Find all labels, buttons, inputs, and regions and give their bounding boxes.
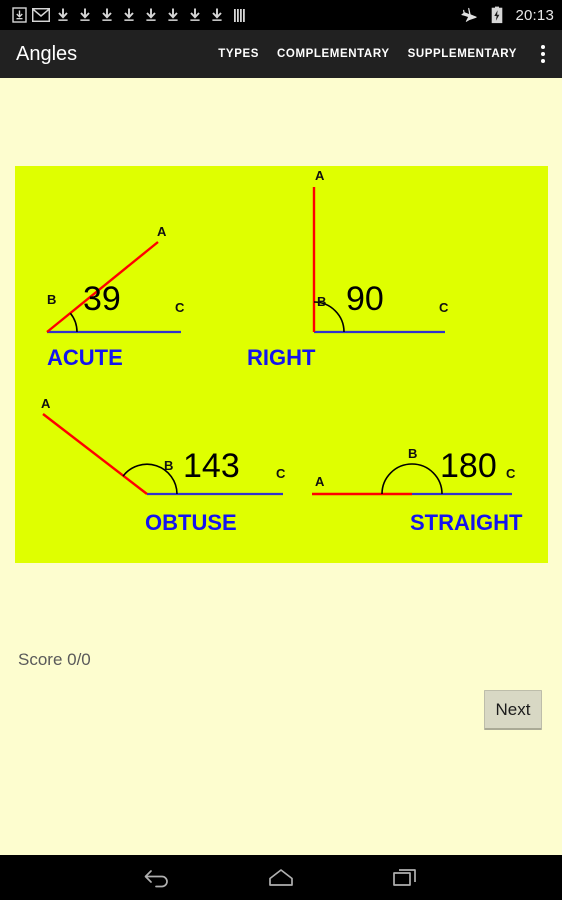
acute-label-c: C [175,300,185,315]
angle-figure-obtuse: A B C 143 OBTUSE [41,396,286,535]
angle-diagram-canvas: A B C 39 ACUTE A B C 90 RIGHT A B C 143 … [15,166,548,563]
recent-apps-icon[interactable] [382,855,428,900]
download-arrow-icon [184,4,206,26]
device-screen: 20:13 Angles TYPES COMPLEMENTARY SUPPLEM… [0,0,562,900]
straight-label-a: A [315,474,325,489]
airplane-mode-icon [458,4,480,26]
battery-charging-icon [486,4,508,26]
obtuse-label-c: C [276,466,286,481]
home-icon[interactable] [258,855,304,900]
angle-figure-straight: A B C 180 STRAIGHT [312,446,523,535]
download-arrow-icon [140,4,162,26]
main-content: A B C 39 ACUTE A B C 90 RIGHT A B C 143 … [0,78,562,855]
obtuse-label-b: B [164,458,173,473]
download-box-icon [8,4,30,26]
download-arrow-icon [52,4,74,26]
obtuse-degree-value: 143 [183,447,240,485]
download-arrow-icon [206,4,228,26]
download-arrow-icon [162,4,184,26]
obtuse-type-label: OBTUSE [145,510,237,535]
tab-types[interactable]: TYPES [209,48,268,60]
acute-angle-arc [69,312,78,333]
right-label-a: A [315,168,325,183]
action-bar: Angles TYPES COMPLEMENTARY SUPPLEMENTARY [0,30,562,78]
status-bar-clock: 20:13 [515,6,554,24]
download-arrow-icon [74,4,96,26]
acute-label-a: A [157,224,167,239]
straight-label-b: B [408,446,417,461]
back-arrow-icon[interactable] [134,855,180,900]
obtuse-label-a: A [41,396,51,411]
angle-figure-right: A B C 90 RIGHT [247,168,449,370]
gmail-icon [30,4,52,26]
status-bar-system-icons: 20:13 [458,4,554,26]
straight-degree-value: 180 [440,447,497,485]
status-bar-notification-icons [8,4,458,26]
system-navigation-bar [0,855,562,900]
acute-type-label: ACUTE [47,345,123,370]
overflow-menu-icon[interactable] [526,30,560,78]
next-button[interactable]: Next [484,690,542,730]
download-arrow-icon [96,4,118,26]
obtuse-red-ray [42,413,148,495]
page-title: Angles [16,42,78,65]
angle-figure-acute: A B C 39 ACUTE [46,224,185,370]
tab-supplementary[interactable]: SUPPLEMENTARY [399,48,526,60]
right-label-b: B [317,294,326,309]
equalizer-bars-icon [228,4,250,26]
right-degree-value: 90 [346,280,384,318]
straight-type-label: STRAIGHT [410,510,523,535]
acute-label-b: B [47,292,56,307]
right-label-c: C [439,300,449,315]
right-type-label: RIGHT [247,345,316,370]
acute-degree-value: 39 [83,280,121,318]
status-bar: 20:13 [0,0,562,30]
download-arrow-icon [118,4,140,26]
tab-complementary[interactable]: COMPLEMENTARY [268,48,399,60]
straight-label-c: C [506,466,516,481]
score-label: Score 0/0 [18,650,91,669]
straight-angle-arc [381,463,443,495]
